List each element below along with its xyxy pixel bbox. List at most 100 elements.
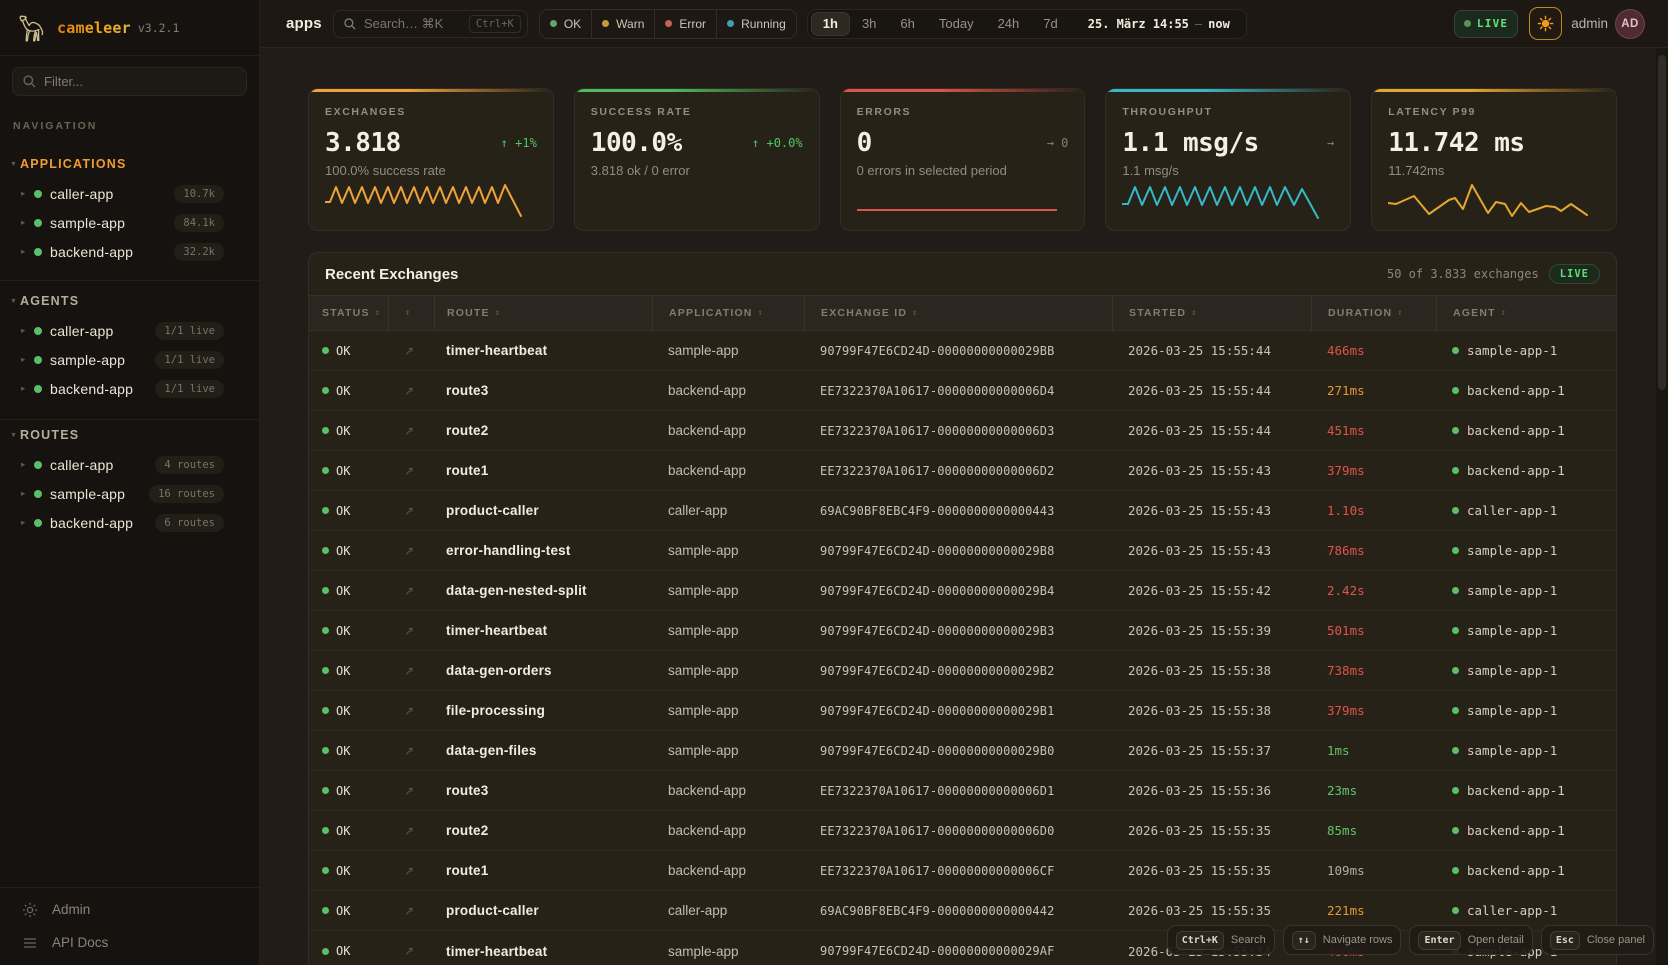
- sidebar-item[interactable]: ▸backend-app6 routes: [0, 508, 259, 537]
- sidebar-section-header[interactable]: ▼ ROUTES: [0, 420, 259, 450]
- sidebar-item[interactable]: ▸sample-app1/1 live: [0, 345, 259, 374]
- table-row[interactable]: OK ↗ timer-heartbeat sample-app 90799F47…: [309, 611, 1616, 651]
- time-range-button[interactable]: 1h: [811, 12, 850, 36]
- live-toggle-button[interactable]: LIVE: [1454, 10, 1518, 38]
- column-header-application[interactable]: APPLICATION↕: [652, 296, 804, 330]
- table-row[interactable]: OK ↗ file-processing sample-app 90799F47…: [309, 691, 1616, 731]
- open-exchange-icon[interactable]: ↗: [388, 504, 434, 518]
- time-range-button[interactable]: 3h: [850, 12, 888, 36]
- column-header-route[interactable]: ROUTE↕: [434, 296, 652, 330]
- open-exchange-icon[interactable]: ↗: [388, 864, 434, 878]
- scrollbar-thumb[interactable]: [1658, 55, 1666, 390]
- table-row[interactable]: OK ↗ data-gen-files sample-app 90799F47E…: [309, 731, 1616, 771]
- sidebar-footer: Admin API Docs: [0, 887, 259, 965]
- open-exchange-icon[interactable]: ↗: [388, 944, 434, 958]
- table-row[interactable]: OK ↗ route2 backend-app EE7322370A10617-…: [309, 411, 1616, 451]
- table-row[interactable]: OK ↗ data-gen-nested-split sample-app 90…: [309, 571, 1616, 611]
- table-row[interactable]: OK ↗ route3 backend-app EE7322370A10617-…: [309, 771, 1616, 811]
- sort-icon: ↕: [495, 308, 501, 318]
- ok-status-dot: [322, 427, 329, 434]
- search-shortcut-kbd: Ctrl+K: [469, 15, 521, 33]
- open-exchange-icon[interactable]: ↗: [388, 704, 434, 718]
- open-exchange-icon[interactable]: ↗: [388, 384, 434, 398]
- status-text: OK: [336, 424, 350, 438]
- table-row[interactable]: OK ↗ route2 backend-app EE7322370A10617-…: [309, 811, 1616, 851]
- status-filter-chip[interactable]: Error: [654, 10, 716, 38]
- theme-toggle-button[interactable]: [1529, 7, 1562, 40]
- ok-status-dot: [322, 948, 329, 955]
- table-row[interactable]: OK ↗ route1 backend-app EE7322370A10617-…: [309, 851, 1616, 891]
- column-header-status[interactable]: STATUS↕: [309, 296, 388, 330]
- avatar[interactable]: AD: [1615, 9, 1645, 39]
- open-exchange-icon[interactable]: ↗: [388, 584, 434, 598]
- sidebar-item-admin[interactable]: Admin: [0, 893, 259, 926]
- sidebar-section-header[interactable]: ▼ APPLICATIONS: [0, 149, 259, 179]
- exchange-id-cell: EE7322370A10617-00000000000006D3: [804, 424, 1112, 438]
- route-cell: route1: [434, 863, 652, 878]
- sidebar-item-api-docs[interactable]: API Docs: [0, 926, 259, 959]
- status-filter-chip[interactable]: OK: [540, 10, 591, 38]
- time-range-button[interactable]: 24h: [986, 12, 1032, 36]
- time-range-display: 25. März 14:55 – now: [1088, 17, 1230, 31]
- open-exchange-icon[interactable]: ↗: [388, 344, 434, 358]
- column-header-duration[interactable]: DURATION↕: [1311, 296, 1436, 330]
- table-row[interactable]: OK ↗ data-gen-orders sample-app 90799F47…: [309, 651, 1616, 691]
- open-exchange-icon[interactable]: ↗: [388, 624, 434, 638]
- scrollbar-track[interactable]: [1656, 48, 1668, 965]
- agent-text: sample-app-1: [1467, 743, 1557, 758]
- sidebar-item[interactable]: ▸caller-app10.7k: [0, 179, 259, 208]
- topbar-right: LIVE admin AD: [1454, 7, 1645, 40]
- status-filter-chip[interactable]: Warn: [591, 10, 654, 38]
- time-range-button[interactable]: 6h: [888, 12, 926, 36]
- column-header-open[interactable]: ↕: [388, 296, 434, 330]
- open-exchange-icon[interactable]: ↗: [388, 904, 434, 918]
- sidebar-section-header[interactable]: ▼ AGENTS: [0, 286, 259, 316]
- sidebar-item-label: sample-app: [50, 352, 155, 368]
- sidebar-item[interactable]: ▸sample-app84.1k: [0, 208, 259, 237]
- table-row[interactable]: OK ↗ product-caller caller-app 69AC90BF8…: [309, 491, 1616, 531]
- exchange-id-cell: 69AC90BF8EBC4F9-0000000000000443: [804, 504, 1112, 518]
- open-exchange-icon[interactable]: ↗: [388, 424, 434, 438]
- status-filter-chip[interactable]: Running: [716, 10, 796, 38]
- table-row[interactable]: OK ↗ error-handling-test sample-app 9079…: [309, 531, 1616, 571]
- table-row[interactable]: OK ↗ timer-heartbeat sample-app 90799F47…: [309, 331, 1616, 371]
- column-header-agent[interactable]: AGENT↕: [1436, 296, 1616, 330]
- open-exchange-icon[interactable]: ↗: [388, 744, 434, 758]
- table-row[interactable]: OK ↗ route3 backend-app EE7322370A10617-…: [309, 371, 1616, 411]
- sidebar-item[interactable]: ▸backend-app1/1 live: [0, 374, 259, 403]
- agent-status-dot: [1452, 507, 1459, 514]
- chevron-right-icon: ▸: [21, 188, 34, 199]
- open-exchange-icon[interactable]: ↗: [388, 664, 434, 678]
- exchange-id-cell: 69AC90BF8EBC4F9-0000000000000442: [804, 904, 1112, 918]
- table-row[interactable]: OK ↗ route1 backend-app EE7322370A10617-…: [309, 451, 1616, 491]
- time-range-button[interactable]: Today: [927, 12, 986, 36]
- sort-icon: ↕: [405, 308, 411, 318]
- agent-cell: backend-app-1: [1436, 463, 1616, 478]
- sidebar-item[interactable]: ▸backend-app32.2k: [0, 237, 259, 266]
- agent-status-dot: [1452, 467, 1459, 474]
- table-body: OK ↗ timer-heartbeat sample-app 90799F47…: [309, 331, 1616, 965]
- column-header-exchange-id[interactable]: EXCHANGE ID↕: [804, 296, 1112, 330]
- sidebar-item[interactable]: ▸caller-app1/1 live: [0, 316, 259, 345]
- status-text: OK: [336, 784, 350, 798]
- route-cell: file-processing: [434, 703, 652, 718]
- search-input[interactable]: [364, 16, 469, 31]
- time-range-label: Today: [939, 16, 974, 31]
- app-version: v3.2.1: [138, 21, 180, 35]
- stat-card-delta: ↑ +1%: [501, 136, 537, 150]
- sidebar-item[interactable]: ▸caller-app4 routes: [0, 450, 259, 479]
- open-exchange-icon[interactable]: ↗: [388, 784, 434, 798]
- sidebar-item[interactable]: ▸sample-app16 routes: [0, 479, 259, 508]
- time-range-button[interactable]: 7d: [1031, 12, 1069, 36]
- user-name: admin: [1571, 16, 1608, 31]
- column-header-started[interactable]: STARTED↕: [1112, 296, 1311, 330]
- time-range-label: 24h: [998, 16, 1020, 31]
- open-exchange-icon[interactable]: ↗: [388, 544, 434, 558]
- filter-input[interactable]: [12, 67, 247, 96]
- stat-cards: EXCHANGES 3.818 ↑ +1% 100.0% success rat…: [308, 88, 1617, 231]
- open-exchange-icon[interactable]: ↗: [388, 824, 434, 838]
- route-cell: product-caller: [434, 903, 652, 918]
- open-exchange-icon[interactable]: ↗: [388, 464, 434, 478]
- healthy-status-dot: [34, 519, 42, 527]
- sidebar-item-badge: 16 routes: [149, 485, 224, 503]
